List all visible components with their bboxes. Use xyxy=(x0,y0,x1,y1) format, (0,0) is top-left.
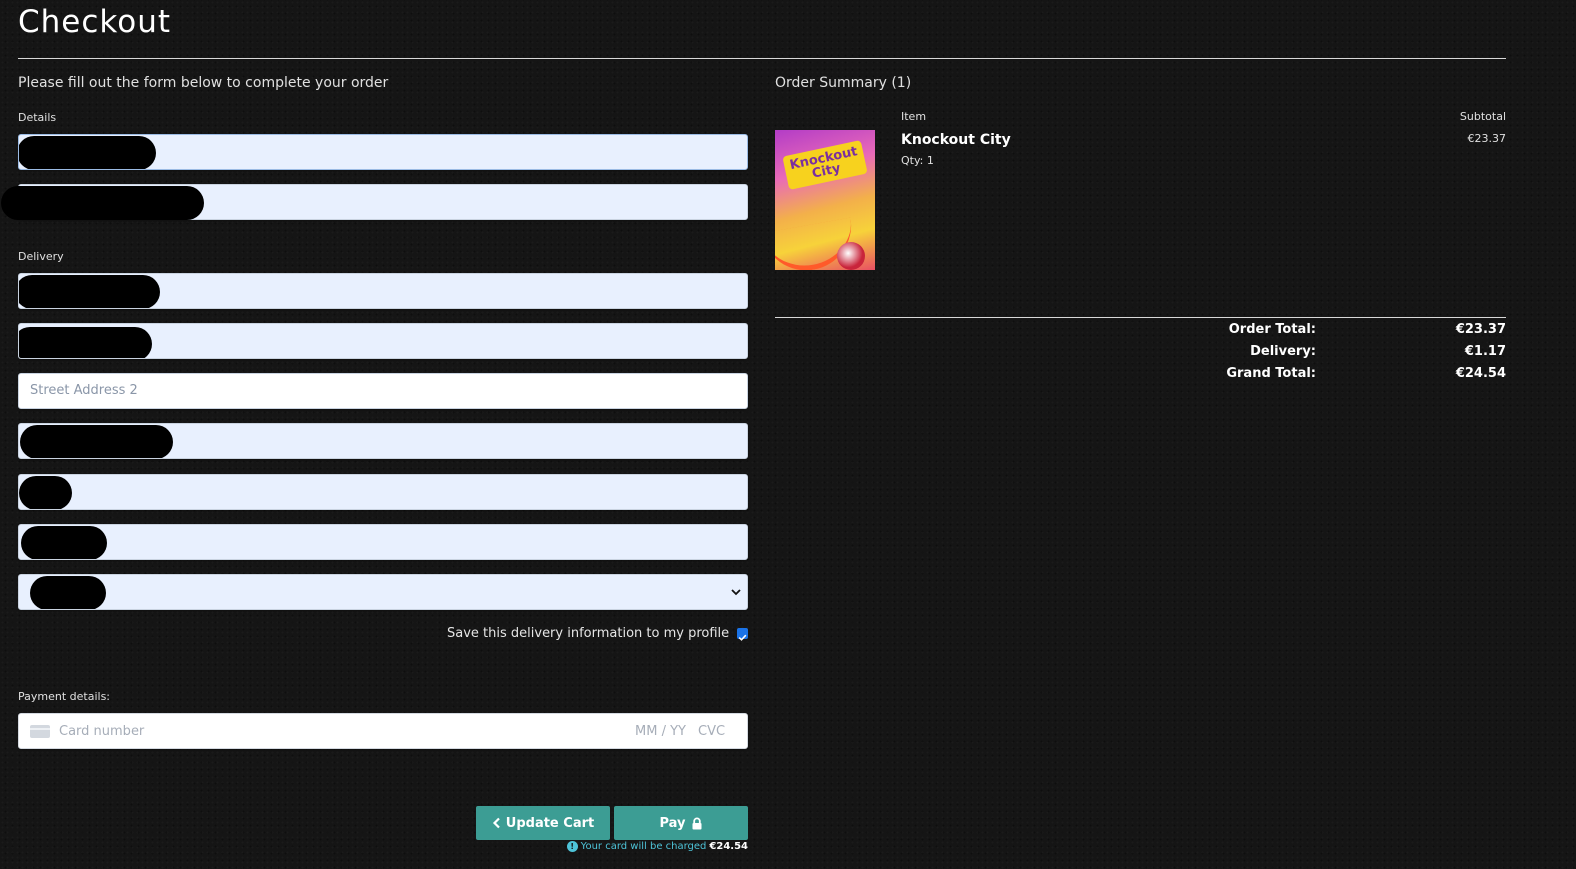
cover-ball xyxy=(837,242,865,270)
product-cover-image[interactable]: Knockout City xyxy=(775,130,875,270)
card-number-placeholder: Card number xyxy=(59,724,145,739)
credit-card-icon xyxy=(30,725,50,738)
payment-details-label: Payment details: xyxy=(18,690,111,703)
charge-amount: €24.54 xyxy=(709,841,748,852)
delivery-cost-label: Delivery: xyxy=(1250,344,1316,359)
update-cart-label: Update Cart xyxy=(505,815,595,831)
update-cart-button[interactable]: Update Cart xyxy=(476,806,610,840)
redacted-value xyxy=(19,327,152,358)
charge-notice: ! Your card will be charged €24.54 xyxy=(566,841,748,852)
page-title: Checkout xyxy=(18,4,172,40)
delivery-cost-value: €1.17 xyxy=(1464,344,1506,359)
charge-notice-text: Your card will be charged xyxy=(580,841,707,852)
card-cvc-placeholder: CVC xyxy=(698,724,726,739)
summary-divider xyxy=(775,317,1506,318)
checkmark-icon xyxy=(738,634,747,641)
totals-values: €23.37 €1.17 €24.54 xyxy=(1456,319,1506,385)
card-expiry-placeholder: MM / YY xyxy=(635,724,686,739)
full-name-field[interactable] xyxy=(18,134,748,170)
street-address-2-placeholder: Street Address 2 xyxy=(30,383,138,398)
order-total-label: Order Total: xyxy=(1228,322,1316,337)
postcode-field[interactable] xyxy=(18,524,748,560)
order-summary-title: Order Summary (1) xyxy=(775,75,912,91)
order-total-value: €23.37 xyxy=(1455,322,1506,337)
title-divider xyxy=(18,58,1506,59)
country-select[interactable] xyxy=(18,574,748,610)
save-delivery-checkbox[interactable] xyxy=(737,628,748,641)
redacted-value xyxy=(20,425,173,458)
town-or-city-field[interactable] xyxy=(18,423,748,459)
county-field[interactable] xyxy=(18,474,748,510)
save-delivery-label: Save this delivery information to my pro… xyxy=(447,626,730,641)
delivery-label: Delivery xyxy=(18,250,64,263)
checkout-page: Checkout Please fill out the form below … xyxy=(0,0,1576,869)
grand-total-label: Grand Total: xyxy=(1226,366,1316,381)
redacted-value xyxy=(1,186,204,220)
product-quantity: Qty: 1 xyxy=(901,154,934,167)
redacted-value xyxy=(19,275,160,308)
info-icon: ! xyxy=(566,841,578,852)
pay-label: Pay xyxy=(659,815,686,831)
chevron-left-icon xyxy=(492,817,500,829)
phone-number-field[interactable] xyxy=(18,273,748,309)
product-name[interactable]: Knockout City xyxy=(901,132,1011,148)
grand-total-value: €24.54 xyxy=(1455,366,1506,381)
email-field[interactable] xyxy=(1,184,748,220)
redacted-value xyxy=(30,576,106,609)
street-address-2-field[interactable]: Street Address 2 xyxy=(18,373,748,409)
item-column-header: Item xyxy=(901,110,927,123)
card-input[interactable]: Card number MM / YY CVC xyxy=(18,713,748,749)
totals-labels: Order Total: Delivery: Grand Total: xyxy=(1226,319,1316,385)
redacted-value xyxy=(19,136,156,169)
subtotal-column-header: Subtotal xyxy=(1459,110,1506,123)
redacted-value xyxy=(19,476,72,509)
lock-icon xyxy=(692,817,702,829)
form-intro-text: Please fill out the form below to comple… xyxy=(18,75,389,91)
redacted-value xyxy=(21,526,107,559)
product-subtotal: €23.37 xyxy=(1467,132,1507,145)
chevron-down-icon xyxy=(731,589,741,596)
street-address-1-field[interactable] xyxy=(18,323,748,359)
details-label: Details xyxy=(18,111,57,124)
pay-button[interactable]: Pay xyxy=(614,806,748,840)
cover-logo: Knockout City xyxy=(782,140,868,190)
